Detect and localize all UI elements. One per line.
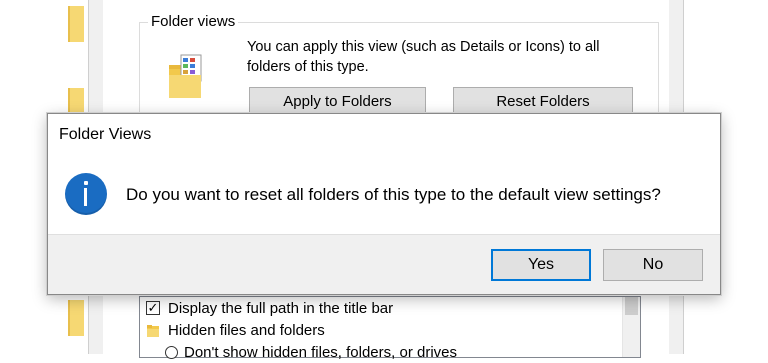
group-title: Folder views [148, 14, 239, 30]
list-item[interactable]: ✓ Display the full path in the title bar [146, 299, 394, 319]
radio-button[interactable] [165, 346, 178, 359]
folder-icon[interactable] [68, 6, 84, 42]
list-item-label: Hidden files and folders [168, 322, 325, 339]
dialog-button-bar: Yes No [48, 234, 720, 294]
vertical-scrollbar[interactable] [622, 297, 640, 357]
list-item: Hidden files and folders [147, 321, 325, 341]
info-icon-dot [84, 181, 88, 185]
checkbox-checked[interactable]: ✓ [146, 301, 160, 315]
folder-icon[interactable] [68, 300, 84, 336]
dialog-title: Folder Views [59, 126, 152, 143]
folder-views-dialog: Folder Views Do you want to reset all fo… [47, 113, 721, 295]
apply-to-folders-button[interactable]: Apply to Folders [249, 87, 426, 115]
list-item-label: Don't show hidden files, folders, or dri… [184, 344, 457, 361]
info-icon [65, 173, 107, 215]
no-button[interactable]: No [603, 249, 703, 281]
scrollbar-thumb[interactable] [625, 297, 638, 315]
folder-icon [147, 325, 159, 337]
reset-folders-button[interactable]: Reset Folders [453, 87, 633, 115]
yes-button[interactable]: Yes [491, 249, 591, 281]
advanced-settings-list[interactable]: ✓ Display the full path in the title bar… [139, 296, 641, 361]
folder-views-description: You can apply this view (such as Details… [247, 39, 600, 75]
list-item-label: Display the full path in the title bar [168, 300, 394, 317]
dialog-message: Do you want to reset all folders of this… [126, 185, 661, 204]
info-icon-stem [84, 188, 87, 206]
folder-views-icon [169, 54, 202, 98]
